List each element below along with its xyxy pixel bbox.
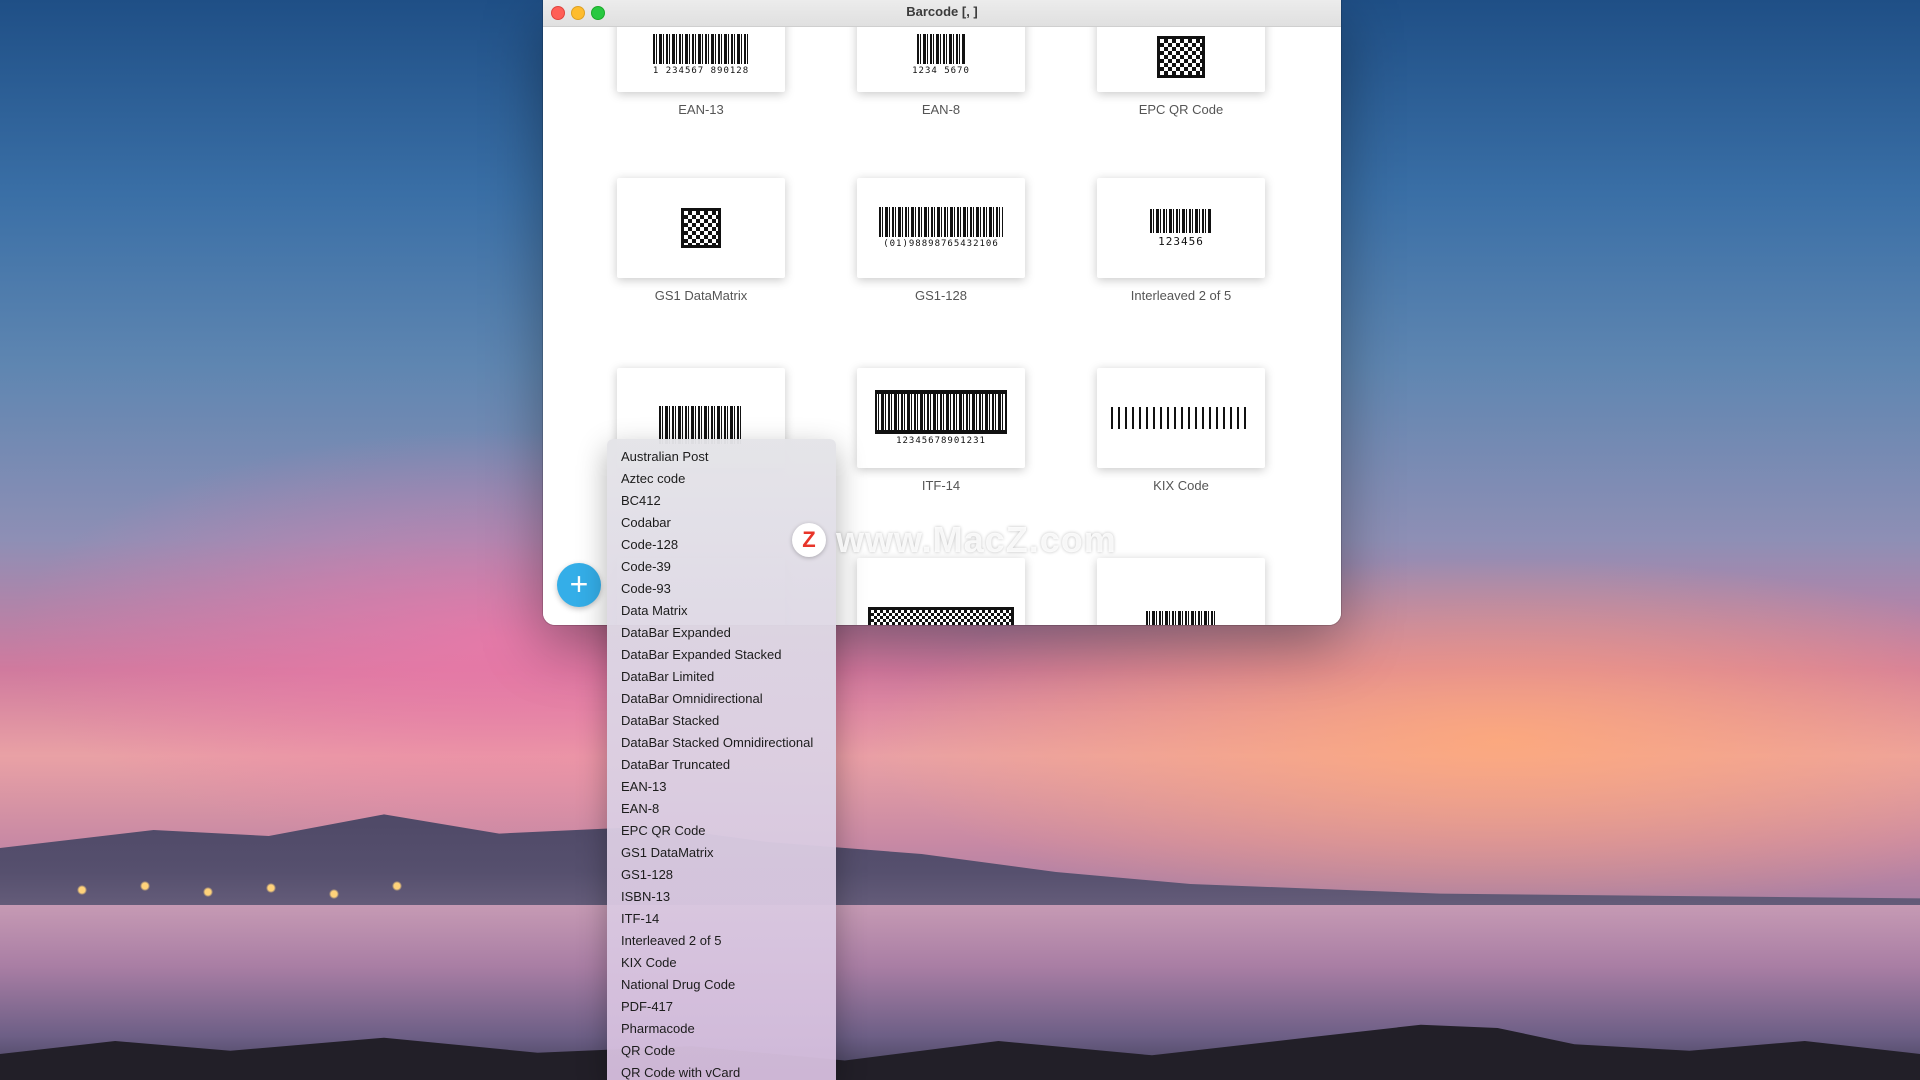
barcode-image bbox=[875, 390, 1007, 434]
watermark-text: www.MacZ.com bbox=[836, 519, 1117, 560]
menu-item-kix-code[interactable]: KIX Code bbox=[607, 952, 836, 974]
barcode-image bbox=[1150, 208, 1212, 233]
desktop-city-lights bbox=[40, 870, 460, 910]
barcode-card-interleaved-2-of-5[interactable]: 123456 Interleaved 2 of 5 bbox=[1061, 178, 1301, 303]
card-label: ITF-14 bbox=[921, 478, 961, 493]
menu-item-databar-expanded[interactable]: DataBar Expanded bbox=[607, 622, 836, 644]
barcode-card-itf14[interactable]: 12345678901231 ITF-14 bbox=[821, 368, 1061, 493]
menu-item-gs1-datamatrix[interactable]: GS1 DataMatrix bbox=[607, 842, 836, 864]
barcode-image bbox=[653, 34, 749, 64]
title-bar[interactable]: Barcode [, ] bbox=[543, 0, 1341, 27]
menu-item-pharmacode[interactable]: Pharmacode bbox=[607, 1018, 836, 1040]
menu-item-databar-stacked-omnidirectional[interactable]: DataBar Stacked Omnidirectional bbox=[607, 732, 836, 754]
menu-item-code-93[interactable]: Code-93 bbox=[607, 578, 836, 600]
card-label: EAN-13 bbox=[678, 102, 724, 117]
menu-item-aztec-code[interactable]: Aztec code bbox=[607, 468, 836, 490]
barcode-image bbox=[917, 34, 965, 64]
kix-barcode-image bbox=[1111, 407, 1251, 429]
card-label: GS1-128 bbox=[914, 288, 968, 303]
menu-item-databar-limited[interactable]: DataBar Limited bbox=[607, 666, 836, 688]
menu-item-qr-code-with-vcard[interactable]: QR Code with vCard bbox=[607, 1062, 836, 1080]
barcode-card-kix[interactable]: KIX Code bbox=[1061, 368, 1301, 493]
add-barcode-button[interactable]: + bbox=[557, 563, 601, 607]
barcode-image bbox=[879, 207, 1003, 237]
menu-item-itf-14[interactable]: ITF-14 bbox=[607, 908, 836, 930]
menu-item-qr-code[interactable]: QR Code bbox=[607, 1040, 836, 1062]
menu-item-gs1-128[interactable]: GS1-128 bbox=[607, 864, 836, 886]
barcode-card-row4-3[interactable]: 123456 bbox=[1061, 558, 1301, 625]
card-label: EAN-8 bbox=[921, 102, 961, 117]
menu-item-bc412[interactable]: BC412 bbox=[607, 490, 836, 512]
menu-item-isbn-13[interactable]: ISBN-13 bbox=[607, 886, 836, 908]
menu-item-national-drug-code[interactable]: National Drug Code bbox=[607, 974, 836, 996]
watermark-logo-icon: Z bbox=[792, 523, 826, 557]
qr-code-image bbox=[1157, 36, 1205, 78]
card-label: GS1 DataMatrix bbox=[654, 288, 748, 303]
menu-item-databar-expanded-stacked[interactable]: DataBar Expanded Stacked bbox=[607, 644, 836, 666]
menu-item-databar-stacked[interactable]: DataBar Stacked bbox=[607, 710, 836, 732]
menu-item-databar-truncated[interactable]: DataBar Truncated bbox=[607, 754, 836, 776]
menu-item-databar-omnidirectional[interactable]: DataBar Omnidirectional bbox=[607, 688, 836, 710]
menu-item-australian-post[interactable]: Australian Post bbox=[607, 446, 836, 468]
menu-item-pdf-417[interactable]: PDF-417 bbox=[607, 996, 836, 1018]
barcode-card-gs1-datamatrix[interactable]: GS1 DataMatrix bbox=[581, 178, 821, 303]
barcode-card-pdf417[interactable] bbox=[821, 558, 1061, 625]
card-label: Interleaved 2 of 5 bbox=[1130, 288, 1232, 303]
menu-item-epc-qr-code[interactable]: EPC QR Code bbox=[607, 820, 836, 842]
menu-item-interleaved-2-of-5[interactable]: Interleaved 2 of 5 bbox=[607, 930, 836, 952]
card-label: KIX Code bbox=[1153, 478, 1209, 493]
menu-item-ean-8[interactable]: EAN-8 bbox=[607, 798, 836, 820]
pdf417-image bbox=[868, 607, 1014, 625]
window-title: Barcode [, ] bbox=[906, 4, 978, 19]
watermark: Z www.MacZ.com bbox=[792, 519, 1117, 560]
barcode-card-gs1-128[interactable]: (01)98898765432106 GS1-128 bbox=[821, 178, 1061, 303]
barcode-image bbox=[1146, 611, 1216, 625]
datamatrix-image bbox=[681, 208, 721, 248]
menu-item-data-matrix[interactable]: Data Matrix bbox=[607, 600, 836, 622]
menu-item-ean-13[interactable]: EAN-13 bbox=[607, 776, 836, 798]
card-label: EPC QR Code bbox=[1138, 102, 1224, 117]
